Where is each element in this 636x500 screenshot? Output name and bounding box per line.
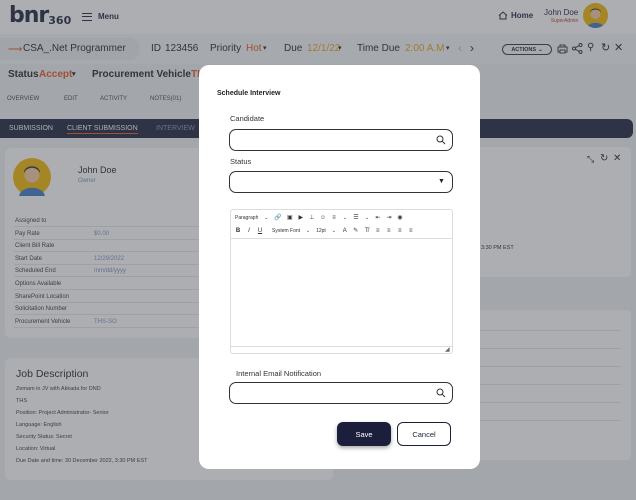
editor-toolbar-row-1: Paragraph ⌄ 🔗 ▣ ▶ ⊥ ☺ ≡ ⌄ ☰ ⌄ ⇤ ⇥ ◉ [235,213,403,222]
status-field-label: Status [230,157,252,166]
italic-icon[interactable]: I [246,228,252,234]
cancel-button[interactable]: Cancel [397,422,451,446]
text-color-icon[interactable]: A [342,228,348,234]
search-icon [436,388,446,398]
numbered-list-icon[interactable]: ≡ [331,215,337,221]
underline-icon[interactable]: U [257,228,263,234]
editor-content-area[interactable] [233,240,450,346]
template-icon[interactable]: ⊥ [309,214,315,221]
chevron-down-icon: ⌄ [342,214,348,221]
search-icon [436,135,446,145]
divider [231,238,452,239]
candidate-label: Candidate [230,114,265,123]
editor-toolbar-row-2: B I U System Font ⌄ 12pt ⌄ A ✎ T̸ ≡ ≡ ≡ ≡ [235,226,414,235]
caret-down-icon: ▼ [438,178,445,185]
rich-text-editor: Paragraph ⌄ 🔗 ▣ ▶ ⊥ ☺ ≡ ⌄ ☰ ⌄ ⇤ ⇥ ◉ B I U S… [230,209,453,354]
font-family-select[interactable]: System Font [272,228,300,234]
chevron-down-icon: ⌄ [305,227,311,234]
outdent-icon[interactable]: ⇤ [375,214,381,221]
indent-icon[interactable]: ⇥ [386,214,392,221]
align-right-icon[interactable]: ≡ [397,228,403,234]
bullet-list-icon[interactable]: ☰ [353,214,359,221]
align-left-icon[interactable]: ≡ [375,228,381,234]
chevron-down-icon: ⌄ [364,214,370,221]
schedule-interview-modal: Schedule Interview Candidate Status ▼ Pa… [199,65,480,469]
clear-format-icon[interactable]: T̸ [364,228,370,234]
highlight-icon[interactable]: ✎ [353,227,359,234]
align-center-icon[interactable]: ≡ [386,228,392,234]
chevron-down-icon: ⌄ [331,227,336,234]
font-size-select[interactable]: 12pt [316,228,326,234]
link-icon[interactable]: 🔗 [274,214,281,221]
divider [231,346,452,347]
candidate-input[interactable] [229,129,453,151]
email-notification-label: Internal Email Notification [236,369,322,378]
block-format-select[interactable]: Paragraph [235,215,258,221]
align-justify-icon[interactable]: ≡ [408,228,414,234]
save-button[interactable]: Save [337,422,391,446]
save-label: Save [355,429,373,439]
modal-title: Schedule Interview [217,90,281,97]
media-icon[interactable]: ▶ [298,214,304,221]
chevron-down-icon: ⌄ [264,214,269,221]
resize-handle-icon[interactable]: ◢ [445,346,450,353]
cancel-label: Cancel [412,429,436,439]
bold-icon[interactable]: B [235,228,241,234]
status-select[interactable]: ▼ [229,171,453,193]
email-notification-input[interactable] [229,382,453,404]
emoji-icon[interactable]: ☺ [320,215,326,221]
image-icon[interactable]: ▣ [287,214,293,221]
preview-icon[interactable]: ◉ [397,214,403,221]
